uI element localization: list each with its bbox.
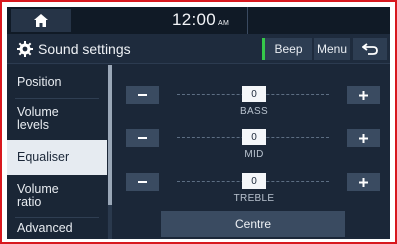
title-bar: Sound settings Beep Menu	[7, 34, 390, 64]
bass-label: BASS	[240, 106, 268, 117]
clock-ampm: AM	[218, 20, 230, 27]
mid-value: 0	[242, 129, 266, 145]
plus-icon	[359, 177, 368, 187]
side-item-equaliser[interactable]: Equaliser	[7, 140, 107, 175]
side-item-label: Position	[17, 74, 62, 89]
side-item-advanced[interactable]: Advanced	[7, 218, 107, 239]
minus-icon	[138, 137, 147, 139]
side-item-label: Volume levels	[17, 105, 59, 132]
home-button[interactable]	[11, 9, 71, 32]
side-menu: Position Volume levels Equaliser Volume …	[7, 65, 107, 239]
page-title: Sound settings	[38, 41, 131, 57]
minus-icon	[138, 94, 147, 96]
bass-increase-button[interactable]	[347, 86, 380, 104]
mid-decrease-button[interactable]	[126, 129, 159, 147]
status-bar: 12:00 AM	[7, 7, 390, 34]
eq-row-treble: 0 TREBLE	[126, 173, 380, 213]
gear-icon	[17, 41, 33, 57]
bass-decrease-button[interactable]	[126, 86, 159, 104]
bass-value: 0	[242, 86, 266, 102]
clock: 12:00 AM	[172, 10, 229, 30]
side-item-label: Equaliser	[17, 150, 70, 164]
mid-label: MID	[244, 149, 264, 160]
status-divider	[247, 7, 248, 34]
mid-increase-button[interactable]	[347, 129, 380, 147]
eq-row-mid: 0 MID	[126, 129, 380, 169]
side-item-label: Volume ratio	[17, 182, 59, 209]
plus-icon	[359, 133, 368, 143]
treble-decrease-button[interactable]	[126, 173, 159, 191]
beep-button[interactable]: Beep	[262, 38, 312, 60]
centre-button[interactable]: Centre	[161, 211, 345, 237]
outer-frame: 12:00 AM Sound settings Beep Menu Positi…	[0, 0, 397, 244]
side-item-position[interactable]: Position	[7, 67, 107, 97]
eq-row-bass: 0 BASS	[126, 86, 380, 126]
clock-time: 12:00	[172, 10, 217, 29]
plus-icon	[359, 90, 368, 100]
side-item-label: Advanced	[17, 221, 73, 235]
head-unit-screen: 12:00 AM Sound settings Beep Menu Positi…	[7, 7, 390, 239]
side-menu-scroll-thumb[interactable]	[108, 65, 112, 205]
menu-button[interactable]: Menu	[314, 38, 350, 60]
side-item-volume-levels[interactable]: Volume levels	[7, 99, 107, 139]
side-item-volume-ratio[interactable]: Volume ratio	[7, 176, 107, 216]
back-button[interactable]	[353, 38, 387, 60]
home-icon	[34, 14, 48, 27]
minus-icon	[138, 181, 147, 183]
treble-label: TREBLE	[233, 193, 275, 204]
treble-value: 0	[242, 173, 266, 189]
treble-increase-button[interactable]	[347, 173, 380, 191]
back-arrow-icon	[362, 43, 378, 55]
